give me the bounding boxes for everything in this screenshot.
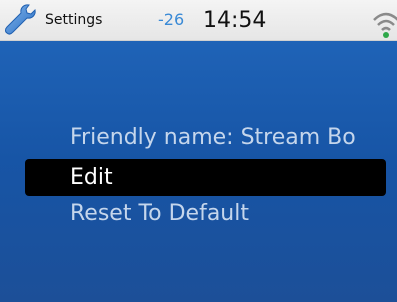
clock: 14:54 bbox=[203, 8, 267, 33]
status-bar: Settings -26 14:54 bbox=[0, 0, 397, 41]
wifi-icon bbox=[373, 12, 397, 38]
menu-item-friendly-name[interactable]: Friendly name: Stream Bo bbox=[70, 124, 383, 152]
menu-item-edit[interactable]: Edit bbox=[70, 164, 113, 192]
wrench-icon bbox=[5, 4, 36, 35]
menu-item-reset-to-default[interactable]: Reset To Default bbox=[70, 200, 249, 228]
device-screen: Settings -26 14:54 Friendly name: Stream… bbox=[0, 0, 397, 302]
settings-menu: Friendly name: Stream Bo Edit Reset To D… bbox=[0, 41, 397, 302]
app-title: Settings bbox=[45, 12, 103, 28]
signal-strength-value: -26 bbox=[158, 10, 185, 29]
